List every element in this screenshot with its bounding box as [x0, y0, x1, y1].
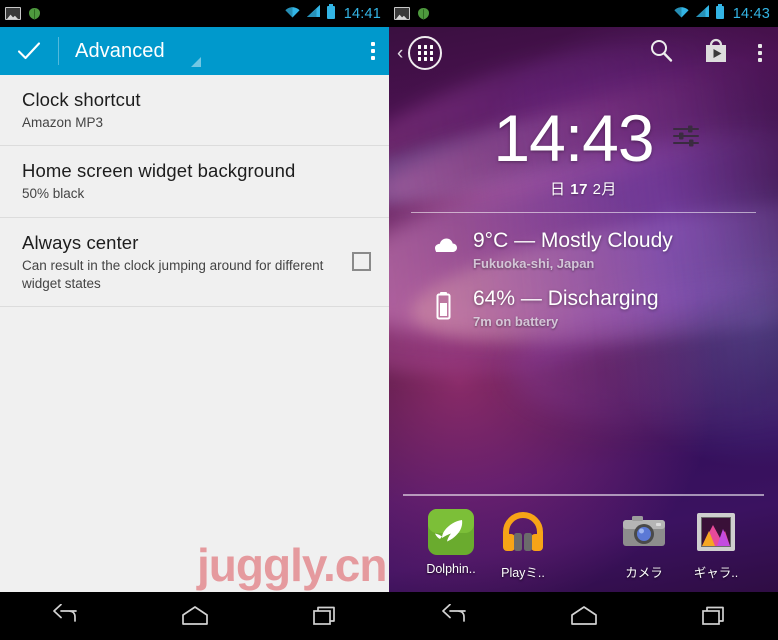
- dolphin-browser-icon[interactable]: [428, 509, 474, 555]
- always-center-checkbox[interactable]: [352, 252, 371, 272]
- done-checkmark-button[interactable]: [14, 36, 44, 66]
- signal-icon: [695, 4, 710, 23]
- action-bar-separator: [58, 37, 59, 65]
- weather-main: 9°C — Mostly Cloudy: [473, 229, 673, 252]
- action-bar: Advanced: [0, 27, 389, 75]
- battery-row[interactable]: 64% — Discharging 7m on battery: [389, 287, 778, 329]
- battery-main: 64% — Discharging: [473, 287, 659, 311]
- list-item[interactable]: Always center Can result in the clock ju…: [0, 218, 389, 308]
- battery-sub: 7m on battery: [473, 314, 559, 330]
- clock-widget[interactable]: 14:43 日 17 2月 9°C — Mostly Cloudy Fukuok…: [389, 105, 778, 329]
- dock-label: Playミ..: [501, 566, 545, 580]
- weather-location: Fukuoka-shi, Japan: [473, 256, 595, 272]
- status-system-icons: 14:41: [284, 3, 381, 24]
- left-status-bar: 14:41: [0, 0, 389, 27]
- widget-clock-time: 14:43: [493, 101, 654, 175]
- date-month: 2月: [592, 181, 617, 198]
- wifi-icon: [673, 4, 690, 23]
- back-chevron-icon[interactable]: ‹: [397, 44, 403, 63]
- dock-label: Dolphin..: [426, 562, 476, 576]
- dock-item-play-music[interactable]: Playミ..: [487, 509, 559, 581]
- leaf-icon: [27, 7, 42, 21]
- dock-item-dolphin[interactable]: Dolphin..: [415, 509, 487, 576]
- right-status-bar: 14:43: [389, 0, 778, 27]
- home-top-bar: ‹: [389, 27, 778, 79]
- right-phone-home-screen: 14:43 ‹ 14:43 日 17 2月 9°C — Mostly Cloud…: [389, 0, 778, 640]
- setting-subtitle: Amazon MP3: [22, 115, 104, 131]
- setting-title: Home screen widget background: [22, 160, 296, 182]
- setting-title: Always center: [22, 231, 139, 253]
- battery-icon: [326, 3, 336, 24]
- status-notification-icons: [394, 7, 431, 21]
- recents-icon[interactable]: [700, 604, 728, 628]
- status-notification-icons: [5, 7, 42, 21]
- back-icon[interactable]: [50, 604, 80, 628]
- sliders-icon[interactable]: [672, 123, 700, 154]
- dock-item-gallery[interactable]: ギャラ..: [680, 509, 752, 581]
- list-item[interactable]: Clock shortcut Amazon MP3: [0, 75, 389, 147]
- dock-divider: [403, 494, 764, 496]
- dock-item-camera[interactable]: カメラ: [608, 509, 680, 581]
- setting-subtitle: Can result in the clock jumping around f…: [22, 257, 324, 292]
- screenshot-icon: [394, 7, 410, 20]
- spinner-triangle-icon[interactable]: [190, 57, 201, 67]
- recents-icon[interactable]: [311, 604, 339, 628]
- leaf-icon: [416, 7, 431, 21]
- page-title: Advanced: [75, 39, 165, 62]
- left-phone-settings-screen: 14:41 Advanced Clock shortcut Amazon MP3: [0, 0, 389, 640]
- date-weekday: 日: [550, 181, 566, 198]
- signal-icon: [306, 4, 321, 23]
- dock-label: カメラ: [625, 566, 663, 580]
- status-clock: 14:41: [343, 5, 381, 22]
- battery-icon: [429, 291, 459, 321]
- camera-icon[interactable]: [621, 509, 667, 555]
- search-icon[interactable]: [648, 38, 674, 69]
- play-store-icon[interactable]: [703, 38, 729, 69]
- battery-icon: [715, 3, 725, 24]
- date-day: 17: [570, 181, 588, 198]
- weather-row[interactable]: 9°C — Mostly Cloudy Fukuoka-shi, Japan: [389, 229, 778, 271]
- site-watermark: juggly.cn: [197, 539, 387, 591]
- home-icon[interactable]: [568, 604, 600, 628]
- gallery-icon[interactable]: [693, 509, 739, 555]
- app-drawer-icon[interactable]: [408, 36, 443, 70]
- app-dock: Dolphin.. Playミ.. カメラ ギャラ..: [389, 503, 778, 591]
- setting-subtitle: 50% black: [22, 186, 85, 202]
- dual-phone-screenshot: 14:41 Advanced Clock shortcut Amazon MP3: [0, 0, 778, 640]
- overflow-menu-icon[interactable]: [758, 44, 762, 62]
- widget-divider: [411, 212, 756, 213]
- status-system-icons: 14:43: [673, 3, 770, 24]
- left-navigation-bar: [0, 592, 389, 640]
- play-music-icon[interactable]: [500, 509, 546, 555]
- cloud-icon: [429, 233, 459, 263]
- wifi-icon: [284, 4, 301, 23]
- widget-date: 日 17 2月: [389, 178, 778, 199]
- dock-label: ギャラ..: [693, 566, 739, 580]
- back-icon[interactable]: [439, 604, 469, 628]
- home-action-icons: [648, 38, 762, 69]
- right-navigation-bar: [389, 592, 778, 640]
- settings-list: Clock shortcut Amazon MP3 Home screen wi…: [0, 75, 389, 308]
- list-item[interactable]: Home screen widget background 50% black: [0, 146, 389, 218]
- app-drawer-button[interactable]: ‹: [397, 36, 443, 70]
- status-clock: 14:43: [732, 5, 770, 22]
- setting-title: Clock shortcut: [22, 89, 141, 110]
- home-icon[interactable]: [179, 604, 211, 628]
- screenshot-icon: [5, 7, 21, 20]
- overflow-menu-icon[interactable]: [371, 42, 375, 60]
